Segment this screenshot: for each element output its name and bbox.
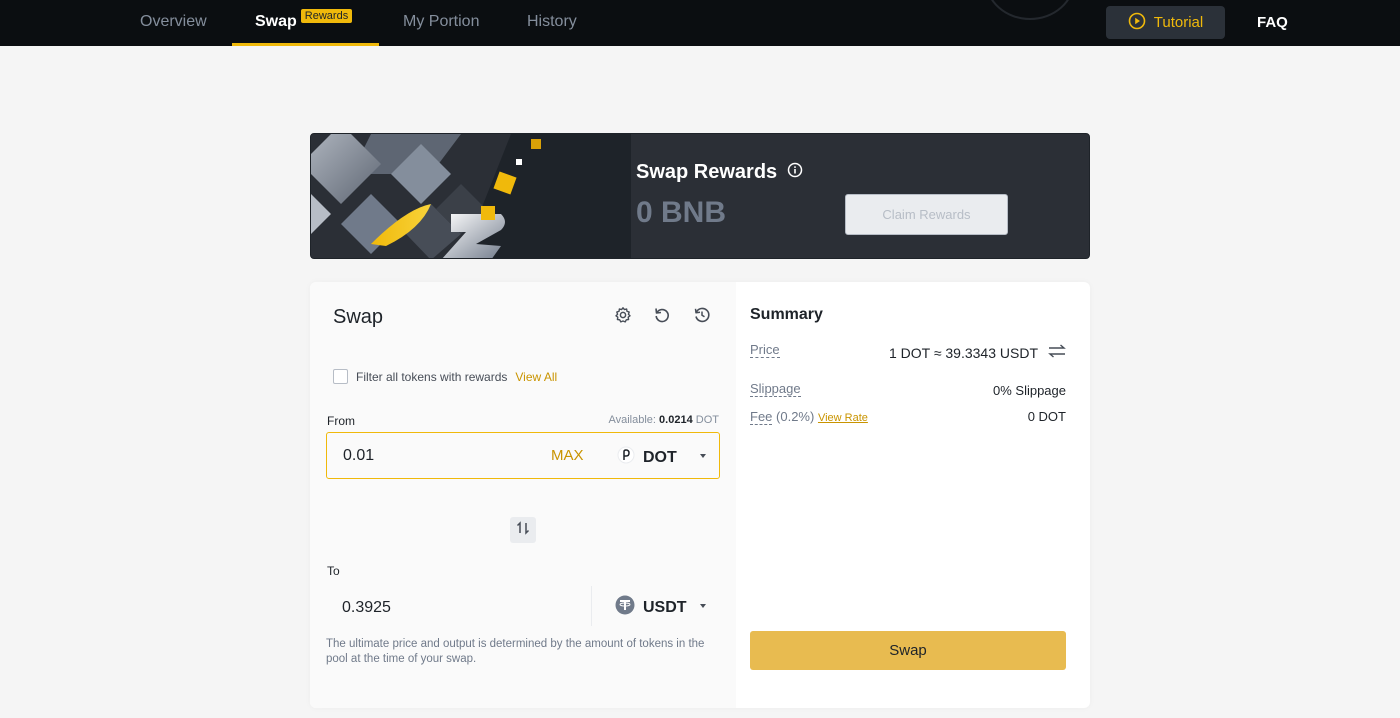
swap-arrows-icon (516, 520, 530, 540)
view-rate-link[interactable]: View Rate (818, 412, 868, 424)
refresh-icon[interactable] (651, 304, 673, 326)
chevron-down-icon (700, 604, 706, 608)
to-token-label: USDT (643, 598, 687, 616)
fee-value: 0 DOT (1027, 409, 1066, 424)
swap-rewards-banner: Swap Rewards 0 BNB Claim Rewards (310, 133, 1090, 259)
filter-row: Filter all tokens with rewards View All (333, 369, 557, 384)
rewards-amount: 0 BNB (636, 196, 727, 229)
price-value: 1 DOT ≈ 39.3343 USDT (889, 344, 1066, 361)
top-navigation: Overview Swap Rewards My Portion History … (0, 0, 1400, 46)
to-amount-input[interactable] (342, 598, 542, 618)
swap-button[interactable]: Swap (750, 631, 1066, 670)
from-token-label: DOT (643, 448, 677, 466)
filter-rewards-checkbox[interactable] (333, 369, 348, 384)
to-field (326, 586, 592, 626)
info-icon[interactable] (787, 161, 803, 184)
tab-swap-label: Swap (255, 13, 297, 30)
from-amount-input[interactable] (343, 445, 523, 467)
active-tab-underline (232, 43, 379, 46)
invert-price-icon[interactable] (1048, 344, 1066, 361)
from-field: MAX DOT (326, 432, 720, 479)
filter-rewards-label: Filter all tokens with rewards (356, 369, 508, 384)
price-label-text: Price (750, 342, 780, 358)
tether-icon (615, 595, 635, 620)
from-token-select[interactable]: DOT (617, 446, 677, 469)
faq-link[interactable]: FAQ (1257, 0, 1288, 46)
price-disclaimer: The ultimate price and output is determi… (326, 638, 705, 665)
tab-my-portion[interactable]: My Portion (403, 0, 479, 46)
available-prefix: Available: (608, 414, 656, 426)
claim-rewards-button[interactable]: Claim Rewards (845, 194, 1008, 235)
tab-overview[interactable]: Overview (140, 0, 207, 46)
play-circle-icon (1128, 12, 1146, 34)
tutorial-button[interactable]: Tutorial (1106, 6, 1225, 39)
summary-title: Summary (750, 306, 823, 323)
fee-rate: (0.2%) (776, 409, 815, 424)
max-button[interactable]: MAX (551, 447, 584, 464)
history-icon[interactable] (691, 304, 713, 326)
tab-my-portion-label: My Portion (403, 13, 480, 30)
tab-overview-label: Overview (140, 13, 207, 30)
to-label: To (327, 564, 340, 578)
available-unit: DOT (695, 414, 719, 426)
price-value-text: 1 DOT ≈ 39.3343 USDT (888, 344, 1038, 361)
to-token-select[interactable]: USDT (615, 595, 687, 620)
swap-panel: Swap Filter all tokens with rewards View… (310, 282, 736, 708)
tab-history[interactable]: History (527, 0, 577, 46)
available-balance: Available: 0.0214 DOT (608, 414, 719, 426)
gear-icon[interactable] (612, 304, 634, 326)
switch-tokens-button[interactable] (510, 517, 536, 543)
swap-card: Swap Filter all tokens with rewards View… (310, 282, 1090, 708)
fee-label-text: Fee (750, 409, 773, 425)
banner-title-text: Swap Rewards (636, 161, 778, 183)
available-amount: 0.0214 (659, 414, 693, 426)
price-label: Price (750, 342, 780, 358)
slippage-label: Slippage (750, 381, 801, 397)
view-all-link[interactable]: View All (515, 370, 557, 384)
banner-illustration (311, 134, 631, 258)
polkadot-icon (617, 446, 635, 469)
rewards-badge: Rewards (300, 8, 353, 23)
tab-history-label: History (527, 13, 577, 30)
banner-title: Swap Rewards (636, 161, 803, 184)
fee-label: Fee (0.2%) View Rate (750, 409, 868, 425)
from-label: From (327, 414, 355, 428)
slippage-label-text: Slippage (750, 381, 801, 397)
decorative-circle (985, 0, 1075, 20)
chevron-down-icon (700, 454, 706, 458)
tutorial-label: Tutorial (1153, 14, 1204, 31)
swap-title: Swap (333, 306, 384, 328)
slippage-value: 0% Slippage (993, 383, 1066, 398)
tab-swap[interactable]: Swap Rewards (255, 0, 353, 46)
